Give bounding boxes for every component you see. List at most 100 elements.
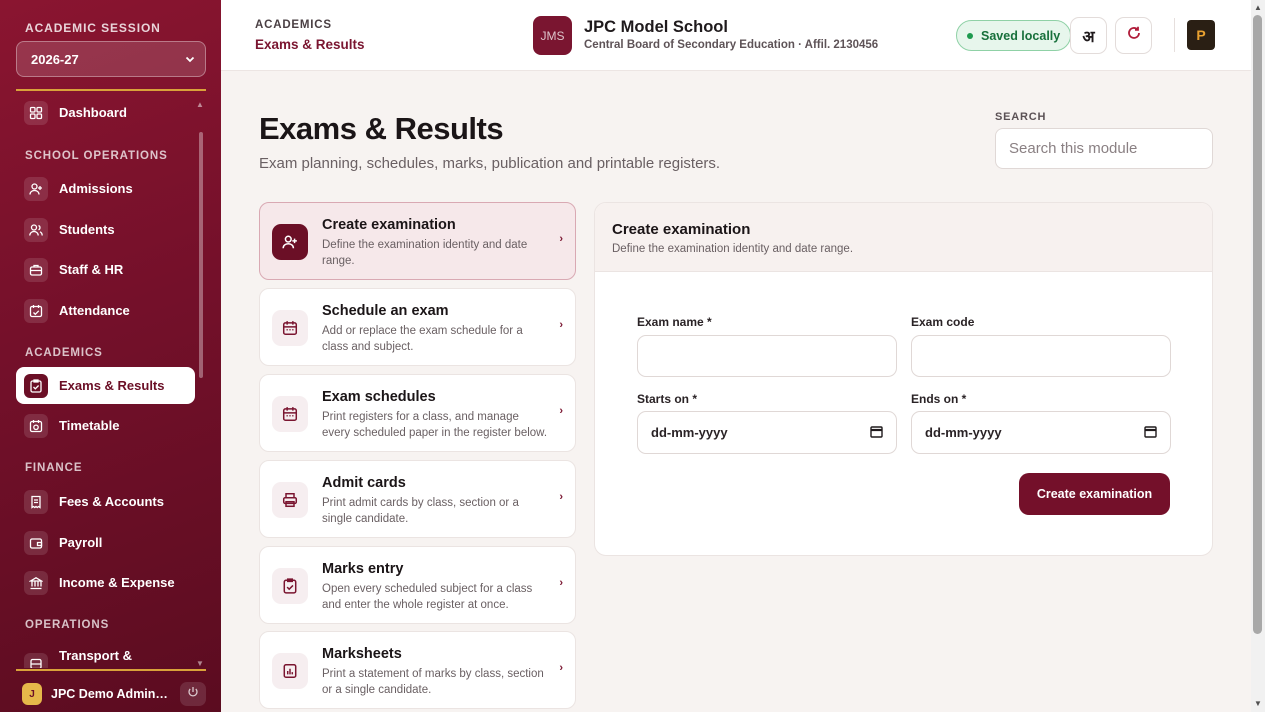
create-examination-form: Create examination Define the examinatio… (594, 202, 1213, 556)
scrollbar-thumb[interactable] (1253, 15, 1262, 634)
task-title: Admit cards (322, 475, 406, 491)
sidebar-item-label: Fees & Accounts (59, 494, 164, 509)
sidebar-item-transport[interactable]: Transport & (16, 644, 195, 668)
sidebar-item-staff-hr[interactable]: Staff & HR (16, 251, 195, 288)
chevron-right-icon: › (559, 319, 563, 331)
sidebar-item-exams-results[interactable]: Exams & Results (16, 367, 195, 404)
scroll-up-icon[interactable]: ▲ (1254, 3, 1262, 12)
brand-logo[interactable]: P (1187, 20, 1215, 50)
sidebar-item-dashboard[interactable]: Dashboard (16, 94, 195, 131)
session-divider (16, 89, 206, 91)
school-affiliation: Central Board of Secondary Education · A… (584, 39, 879, 51)
sidebar-item-label: Attendance (59, 303, 130, 318)
language-toggle-button[interactable]: अ (1070, 17, 1107, 54)
ends-on-date-input[interactable]: dd-mm-yyyy (911, 411, 1171, 454)
breadcrumb-current: Exams & Results (255, 37, 365, 52)
school-logo: JMS (533, 16, 572, 55)
power-icon (187, 685, 199, 703)
ends-on-label: Ends on * (911, 392, 967, 406)
task-description: Define the examination identity and date… (322, 239, 528, 267)
chevron-right-icon: › (559, 405, 563, 417)
form-header: Create examination Define the examinatio… (595, 203, 1212, 272)
exam-code-label: Exam code (911, 315, 975, 329)
date-placeholder: dd-mm-yyyy (925, 425, 1002, 440)
sidebar-item-label: Admissions (59, 181, 133, 196)
sidebar-item-label: Students (59, 222, 115, 237)
logout-button[interactable] (180, 682, 206, 706)
sidebar-scroll-up-icon[interactable]: ▲ (196, 100, 204, 109)
sidebar-item-income-expense[interactable]: Income & Expense (16, 564, 195, 601)
task-marksheets[interactable]: Marksheets Print a statement of marks by… (259, 631, 576, 709)
breadcrumb-parent: ACADEMICS (255, 19, 332, 31)
nav-section-school-operations: SCHOOL OPERATIONS (25, 150, 168, 162)
task-marks-entry[interactable]: Marks entry Open every scheduled subject… (259, 546, 576, 624)
page-title: Exams & Results (259, 111, 504, 146)
sidebar-item-students[interactable]: Students (16, 211, 195, 248)
session-select[interactable]: 2026-27 (16, 41, 206, 77)
task-title: Marks entry (322, 561, 404, 577)
users-icon (24, 217, 48, 242)
header-divider (1174, 18, 1175, 52)
page-scrollbar[interactable]: ▲ ▼ (1251, 0, 1265, 712)
bank-icon (24, 570, 48, 595)
sidebar-item-label: Transport & (59, 648, 132, 663)
sidebar-scrollbar[interactable] (199, 132, 203, 378)
sidebar-scroll-down-icon[interactable]: ▼ (196, 659, 204, 668)
exam-name-input[interactable] (637, 335, 897, 377)
sidebar-item-label: Staff & HR (59, 262, 124, 277)
nav-section-operations: OPERATIONS (25, 619, 110, 631)
printer-icon (272, 482, 308, 518)
sidebar-item-label: Dashboard (59, 105, 127, 120)
scroll-down-icon[interactable]: ▼ (1254, 699, 1262, 708)
status-dot-icon (967, 32, 973, 39)
sidebar-item-payroll[interactable]: Payroll (16, 524, 195, 561)
exam-name-label: Exam name * (637, 315, 712, 329)
user-plus-icon (24, 176, 48, 201)
briefcase-icon (24, 257, 48, 282)
task-admit-cards[interactable]: Admit cards Print admit cards by class, … (259, 460, 576, 538)
task-exam-schedules[interactable]: Exam schedules Print registers for a cla… (259, 374, 576, 452)
date-placeholder: dd-mm-yyyy (651, 425, 728, 440)
task-title: Marksheets (322, 646, 402, 662)
nav-section-academics: ACADEMICS (25, 347, 103, 359)
task-title: Create examination (322, 217, 456, 233)
sidebar-item-attendance[interactable]: Attendance (16, 292, 195, 329)
chevron-right-icon: › (559, 662, 563, 674)
task-description: Add or replace the exam schedule for a c… (322, 325, 523, 353)
bar-chart-icon (272, 653, 308, 689)
receipt-icon (24, 489, 48, 514)
refresh-icon (1126, 25, 1142, 46)
sidebar-item-fees-accounts[interactable]: Fees & Accounts (16, 483, 195, 520)
sidebar-footer-divider (16, 669, 206, 671)
exam-code-input[interactable] (911, 335, 1171, 377)
task-schedule-an-exam[interactable]: Schedule an exam Add or replace the exam… (259, 288, 576, 366)
sidebar-item-admissions[interactable]: Admissions (16, 170, 195, 207)
task-create-examination[interactable]: Create examination Define the examinatio… (259, 202, 576, 280)
user-plus-icon (272, 224, 308, 260)
calendar-icon (272, 396, 308, 432)
chevron-right-icon: › (559, 233, 563, 245)
user-name: JPC Demo Administrator (51, 687, 169, 701)
task-description: Print registers for a class, and manage … (322, 411, 548, 439)
sidebar-item-timetable[interactable]: Timetable (16, 407, 195, 444)
session-label: ACADEMIC SESSION (25, 21, 161, 35)
user-profile[interactable]: J JPC Demo Administrator (16, 680, 206, 708)
create-examination-button[interactable]: Create examination (1019, 473, 1170, 515)
clipboard-check-icon (272, 568, 308, 604)
top-header: ACADEMICS Exams & Results JMS JPC Model … (221, 0, 1251, 71)
sidebar-nav: Dashboard SCHOOL OPERATIONS Admissions S… (16, 94, 198, 668)
starts-on-label: Starts on * (637, 392, 698, 406)
calendar-icon (870, 425, 883, 441)
refresh-button[interactable] (1115, 17, 1152, 54)
page-subtitle: Exam planning, schedules, marks, publica… (259, 155, 721, 172)
starts-on-date-input[interactable]: dd-mm-yyyy (637, 411, 897, 454)
calendar-icon (1144, 425, 1157, 441)
grid-icon (24, 100, 48, 125)
chevron-right-icon: › (559, 577, 563, 589)
search-input[interactable] (995, 128, 1213, 169)
school-name: JPC Model School (584, 18, 728, 36)
task-title: Exam schedules (322, 389, 436, 405)
session-value: 2026-27 (31, 51, 79, 67)
bus-icon (24, 653, 48, 668)
task-description: Open every scheduled subject for a class… (322, 583, 533, 611)
